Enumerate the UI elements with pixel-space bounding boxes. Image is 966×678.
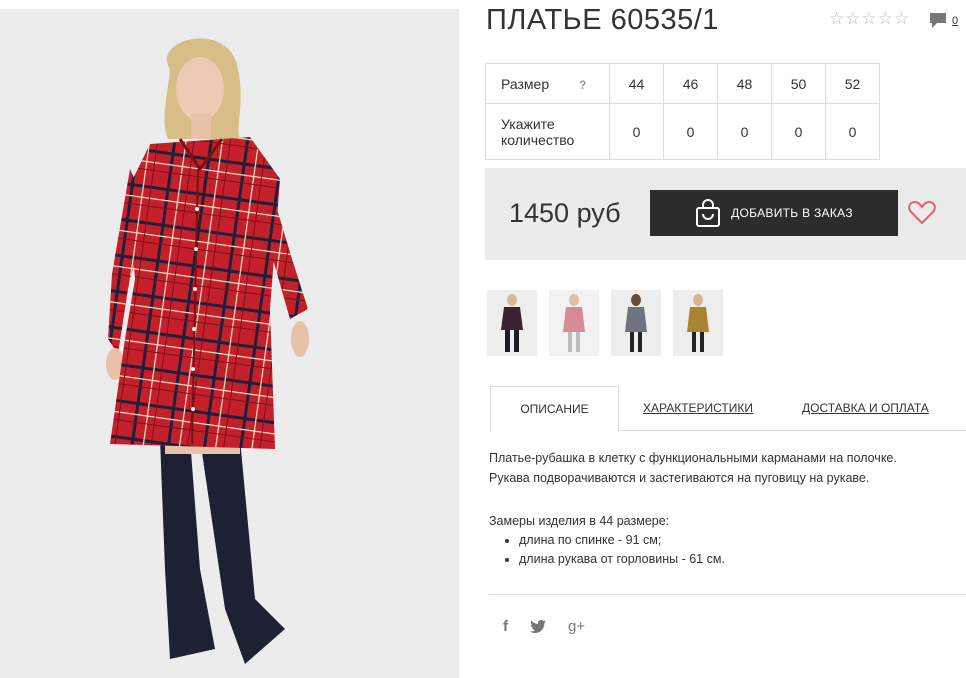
description-line: Рукава подворачиваются и застегиваются н…	[489, 471, 870, 485]
comments-link[interactable]: 0	[929, 12, 958, 29]
quantity-input-44[interactable]: 0	[609, 103, 664, 160]
purchase-panel: 1450 руб ДОБАВИТЬ В ЗАКАЗ	[485, 168, 966, 260]
shopping-bag-icon	[696, 199, 721, 227]
divider	[489, 594, 966, 595]
thumbnail-pink[interactable]	[549, 290, 599, 356]
quantity-input-52[interactable]: 0	[825, 103, 880, 160]
description-text: Платье-рубашка в клетку с функциональным…	[489, 448, 959, 488]
product-title: ПЛАТЬЕ 60535/1	[486, 4, 719, 36]
size-50: 50	[771, 63, 826, 104]
size-quantity-table: Размер ? 44 46 48 50 52 Укажите количест…	[485, 63, 880, 160]
tab-characteristics[interactable]: ХАРАКТЕРИСТИКИ	[643, 386, 753, 430]
heart-icon[interactable]	[908, 201, 936, 225]
size-52: 52	[825, 63, 880, 104]
measurements-list: длина по спинке - 91 см; длина рукава от…	[489, 531, 725, 569]
size-46: 46	[663, 63, 718, 104]
product-main-photo[interactable]	[0, 9, 459, 678]
star-icon[interactable]: ☆	[862, 10, 877, 27]
quantity-input-50[interactable]: 0	[771, 103, 826, 160]
color-thumbnails	[487, 290, 723, 356]
measurements: Замеры изделия в 44 размере: длина по сп…	[489, 512, 725, 569]
facebook-icon[interactable]: f	[503, 618, 508, 635]
size-44: 44	[609, 63, 664, 104]
size-label: Размер	[501, 75, 550, 92]
rating-stars[interactable]: ☆ ☆ ☆ ☆ ☆	[829, 10, 909, 27]
measurements-title: Замеры изделия в 44 размере:	[489, 514, 670, 528]
add-to-order-button[interactable]: ДОБАВИТЬ В ЗАКАЗ	[650, 190, 898, 236]
tab-description[interactable]: ОПИСАНИЕ	[490, 386, 619, 432]
social-share: f g+	[503, 618, 585, 635]
quantity-input-46[interactable]: 0	[663, 103, 718, 160]
list-item: длина рукава от горловины - 61 см.	[519, 550, 725, 569]
price: 1450 руб	[509, 198, 621, 228]
speech-bubble-icon	[930, 13, 946, 28]
star-icon[interactable]: ☆	[894, 10, 909, 27]
thumbnail-grey-pattern[interactable]	[611, 290, 661, 356]
google-plus-icon[interactable]: g+	[568, 618, 585, 635]
size-48: 48	[717, 63, 772, 104]
size-help-icon[interactable]: ?	[579, 78, 586, 92]
comments-count[interactable]: 0	[952, 15, 958, 27]
product-tabs: ОПИСАНИЕ ХАРАКТЕРИСТИКИ ДОСТАВКА И ОПЛАТ…	[489, 386, 966, 432]
star-icon[interactable]: ☆	[829, 10, 844, 27]
add-to-order-label: ДОБАВИТЬ В ЗАКАЗ	[731, 206, 853, 220]
star-icon[interactable]: ☆	[878, 10, 893, 27]
quantity-input-48[interactable]: 0	[717, 103, 772, 160]
twitter-icon[interactable]	[530, 620, 546, 633]
description-line: Платье-рубашка в клетку с функциональным…	[489, 451, 897, 465]
list-item: длина по спинке - 91 см;	[519, 531, 725, 550]
thumbnail-dark-plaid[interactable]	[487, 290, 537, 356]
size-label-cell: Размер ?	[485, 63, 610, 104]
star-icon[interactable]: ☆	[845, 10, 860, 27]
quantity-label: Укажите количество	[485, 103, 610, 160]
tab-delivery-payment[interactable]: ДОСТАВКА И ОПЛАТА	[802, 386, 929, 430]
thumbnail-leopard[interactable]	[673, 290, 723, 356]
